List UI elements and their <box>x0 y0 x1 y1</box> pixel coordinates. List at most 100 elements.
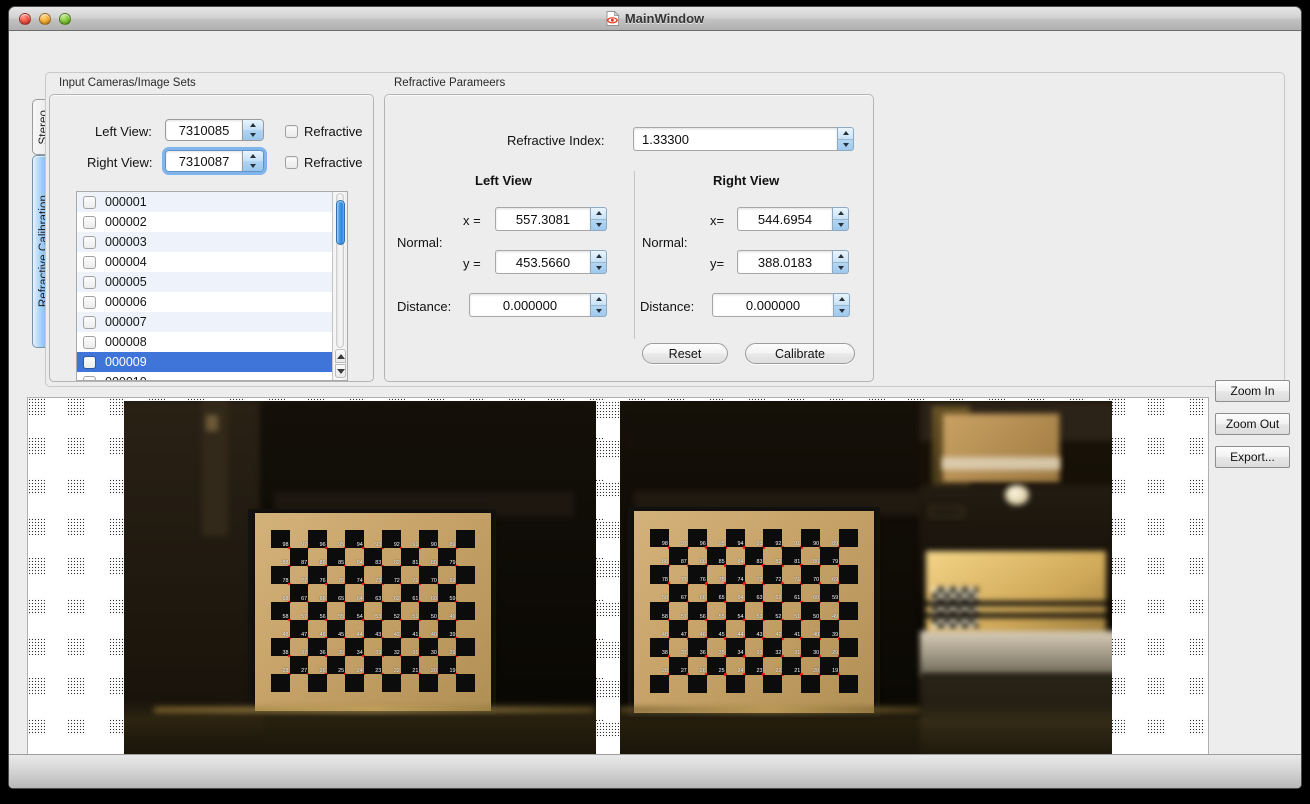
list-item-checkbox[interactable] <box>83 356 96 369</box>
left-normal-y-step-down[interactable] <box>591 263 606 274</box>
right-distance-step-up[interactable] <box>834 294 849 306</box>
refractive-index-spinbox[interactable]: 1.33300 <box>633 127 854 151</box>
left-normal-x-step-down[interactable] <box>591 220 606 231</box>
zoom-in-button[interactable]: Zoom In <box>1215 380 1290 402</box>
export-button[interactable]: Export... <box>1215 446 1290 468</box>
left-refractive-checkbox-row[interactable]: Refractive <box>285 124 363 139</box>
checkerboard-cell: 94 <box>345 530 364 548</box>
right-camera-view[interactable]: 9897969594939291908988878685848382818079… <box>620 401 1112 778</box>
list-item[interactable]: 000010 <box>77 372 332 381</box>
left-distance-step-down[interactable] <box>591 306 606 317</box>
list-item-checkbox[interactable] <box>83 216 96 229</box>
left-normal-y-step-up[interactable] <box>591 251 606 263</box>
right-normal-y-step-up[interactable] <box>833 251 848 263</box>
left-view-selector[interactable]: 7310085 <box>165 119 264 141</box>
checkerboard-cell: 62 <box>763 584 782 602</box>
left-distance-stepper[interactable] <box>590 293 607 317</box>
title-bar[interactable]: MainWindow <box>9 7 1301 31</box>
right-normal-y-value[interactable]: 388.0183 <box>737 250 832 274</box>
right-distance-spinbox[interactable]: 0.000000 <box>712 293 850 317</box>
image-set-list-scrollbar[interactable] <box>332 192 347 380</box>
list-item-checkbox[interactable] <box>83 296 96 309</box>
left-refractive-checkbox[interactable] <box>285 125 298 138</box>
checkerboard-cell: 50 <box>419 602 438 620</box>
scrollbar-up-button[interactable] <box>335 349 346 363</box>
right-normal-x-step-down[interactable] <box>833 220 848 231</box>
zoom-out-button[interactable]: Zoom Out <box>1215 413 1290 435</box>
right-distance-value[interactable]: 0.000000 <box>712 293 833 317</box>
list-item-checkbox[interactable] <box>83 276 96 289</box>
list-item-checkbox[interactable] <box>83 376 96 382</box>
left-normal-y-label: y = <box>463 256 481 271</box>
list-item-checkbox[interactable] <box>83 256 96 269</box>
left-camera-view[interactable]: 9897969594939291908988878685848382818079… <box>124 401 596 778</box>
list-item[interactable]: 000008 <box>77 332 332 352</box>
right-normal-y-spinbox[interactable]: 388.0183 <box>737 250 849 274</box>
right-view-stepper[interactable] <box>243 151 263 171</box>
list-item-checkbox[interactable] <box>83 316 96 329</box>
list-item[interactable]: 000006 <box>77 292 332 312</box>
checkerboard-cell <box>271 674 290 692</box>
checkerboard-cell: 22 <box>382 656 401 674</box>
checkerboard-cell <box>782 675 801 693</box>
image-viewer[interactable]: 9897969594939291908988878685848382818079… <box>27 397 1209 783</box>
right-refractive-checkbox-row[interactable]: Refractive <box>285 155 363 170</box>
scrollbar-thumb[interactable] <box>336 200 345 245</box>
right-normal-x-value[interactable]: 544.6954 <box>737 207 832 231</box>
list-item[interactable]: 000003 <box>77 232 332 252</box>
left-view-stepper[interactable] <box>243 120 263 140</box>
left-view-step-up[interactable] <box>243 120 263 130</box>
right-normal-x-stepper[interactable] <box>832 207 849 231</box>
left-view-value: 7310085 <box>166 120 243 140</box>
right-view-step-down[interactable] <box>243 161 263 171</box>
list-item-checkbox[interactable] <box>83 336 96 349</box>
panel-divider <box>634 171 635 339</box>
right-checkerboard-grid: 9897969594939291908988878685848382818079… <box>650 529 858 693</box>
list-item[interactable]: 000004 <box>77 252 332 272</box>
checkerboard-cell: 81 <box>401 548 420 566</box>
refractive-index-stepper[interactable] <box>837 127 854 151</box>
refractive-index-value[interactable]: 1.33300 <box>633 127 837 151</box>
checkerboard-cell: 79 <box>820 547 839 565</box>
image-set-list[interactable]: 0000010000020000030000040000050000060000… <box>76 191 348 381</box>
left-normal-y-stepper[interactable] <box>590 250 607 274</box>
list-item[interactable]: 000009 <box>77 352 332 372</box>
calibrate-button[interactable]: Calibrate <box>745 343 855 364</box>
left-distance-spinbox[interactable]: 0.000000 <box>469 293 607 317</box>
refractive-index-step-down[interactable] <box>838 140 853 151</box>
list-item-checkbox[interactable] <box>83 196 96 209</box>
checkerboard-cell: 63 <box>745 584 764 602</box>
scrollbar-down-button[interactable] <box>335 364 346 378</box>
left-normal-x-stepper[interactable] <box>590 207 607 231</box>
right-view-step-up[interactable] <box>243 151 263 161</box>
left-normal-y-spinbox[interactable]: 453.5660 <box>495 250 607 274</box>
right-view-selector[interactable]: 7310087 <box>165 150 264 172</box>
left-distance-step-up[interactable] <box>591 294 606 306</box>
checkerboard-cell <box>839 657 858 675</box>
left-normal-x-spinbox[interactable]: 557.3081 <box>495 207 607 231</box>
left-normal-x-value[interactable]: 557.3081 <box>495 207 590 231</box>
left-view-step-down[interactable] <box>243 130 263 140</box>
list-item[interactable]: 000005 <box>77 272 332 292</box>
right-normal-x-step-up[interactable] <box>833 208 848 220</box>
list-item-checkbox[interactable] <box>83 236 96 249</box>
reset-button[interactable]: Reset <box>642 343 728 364</box>
checkerboard-cell: 85 <box>327 548 346 566</box>
right-distance-stepper[interactable] <box>833 293 850 317</box>
list-item[interactable]: 000002 <box>77 212 332 232</box>
left-normal-y-value[interactable]: 453.5660 <box>495 250 590 274</box>
list-item[interactable]: 000001 <box>77 192 332 212</box>
checkerboard-cell: 87 <box>290 548 309 566</box>
right-normal-y-stepper[interactable] <box>832 250 849 274</box>
right-normal-x-spinbox[interactable]: 544.6954 <box>737 207 849 231</box>
left-normal-x-step-up[interactable] <box>591 208 606 220</box>
right-refractive-checkbox[interactable] <box>285 156 298 169</box>
refractive-index-step-up[interactable] <box>838 128 853 140</box>
list-item-label: 000010 <box>105 375 147 381</box>
checkerboard-cell: 32 <box>382 638 401 656</box>
checkerboard-cell: 53 <box>364 602 383 620</box>
right-normal-y-step-down[interactable] <box>833 263 848 274</box>
list-item[interactable]: 000007 <box>77 312 332 332</box>
left-distance-value[interactable]: 0.000000 <box>469 293 590 317</box>
right-distance-step-down[interactable] <box>834 306 849 317</box>
